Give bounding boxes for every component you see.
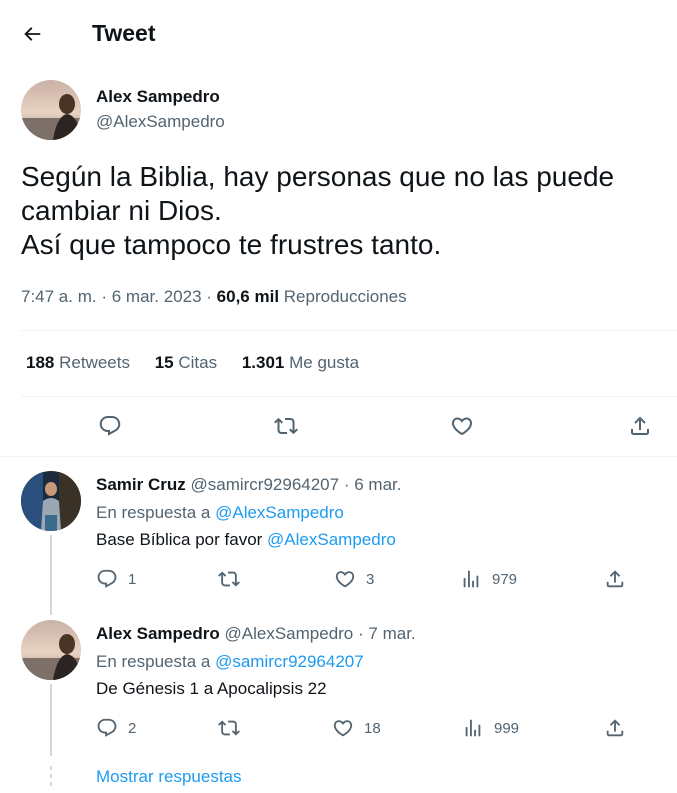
thread-dot xyxy=(50,782,52,786)
reply-author-name[interactable]: Samir Cruz xyxy=(96,475,186,494)
reply-retweet-button[interactable] xyxy=(218,717,250,739)
mention-link[interactable]: @AlexSampedro xyxy=(267,530,396,549)
likes-label: Me gusta xyxy=(289,353,360,372)
tweet-text-line: cambiar ni Dios. xyxy=(21,195,222,226)
retweets-stat[interactable]: 188 Retweets xyxy=(26,353,130,372)
views-icon xyxy=(465,719,481,737)
reply-author-handle[interactable]: @samircr92964207 xyxy=(190,475,339,494)
back-button[interactable] xyxy=(14,16,50,52)
likes-stat[interactable]: 1.301 Me gusta xyxy=(242,353,359,372)
reply-icon xyxy=(97,569,117,588)
reply-date[interactable]: 6 mar. xyxy=(354,475,401,494)
replying-to: En respuesta a @samircr92964207 xyxy=(96,651,364,673)
like-button[interactable] xyxy=(448,412,476,440)
quotes-label: Citas xyxy=(178,353,218,372)
tweet-text: Según la Biblia, hay personas que no las… xyxy=(21,160,661,262)
heart-icon xyxy=(333,720,353,737)
reply-reply-button[interactable]: 2 xyxy=(96,717,136,739)
reply-button[interactable] xyxy=(96,412,124,440)
reply-avatar[interactable] xyxy=(21,471,81,531)
reply-author-handle[interactable]: @AlexSampedro xyxy=(225,624,354,643)
quotes-count: 15 xyxy=(154,353,174,372)
heart-icon xyxy=(335,571,355,588)
retweet-icon xyxy=(218,720,240,736)
replying-to-label: En respuesta a xyxy=(96,652,211,671)
thread-dot xyxy=(50,774,52,778)
arrow-left-icon xyxy=(24,27,41,41)
reply-views-button[interactable]: 999 xyxy=(462,717,519,739)
meta-dot: · xyxy=(358,624,364,643)
meta-dot: · xyxy=(343,475,350,494)
tweet-meta: 7:47 a. m. · 6 mar. 2023 · 60,6 mil Repr… xyxy=(21,286,407,308)
author-handle[interactable]: @AlexSampedro xyxy=(96,111,225,133)
replying-to: En respuesta a @AlexSampedro xyxy=(96,502,344,524)
reply-header: Alex Sampedro @AlexSampedro · 7 mar. xyxy=(96,623,416,645)
reply-text-body: Base Bíblica por favor xyxy=(96,530,263,549)
reply-date[interactable]: 7 mar. xyxy=(368,624,415,643)
views-label: Reproducciones xyxy=(283,287,407,306)
like-count: 3 xyxy=(366,570,375,588)
heart-icon xyxy=(451,417,473,436)
tweet-text-line: Así que tampoco te frustres tanto. xyxy=(21,229,442,260)
reply-header: Samir Cruz @samircr92964207 · 6 mar. xyxy=(96,474,401,496)
replying-to-label: En respuesta a xyxy=(96,503,211,522)
reply-retweet-button[interactable] xyxy=(218,568,250,590)
reply-text: De Génesis 1 a Apocalipsis 22 xyxy=(96,678,327,700)
divider xyxy=(21,396,677,397)
reply-avatar[interactable] xyxy=(21,620,81,680)
author-name[interactable]: Alex Sampedro xyxy=(96,87,220,107)
share-button[interactable] xyxy=(626,412,654,440)
retweet-button[interactable] xyxy=(272,412,300,440)
meta-dot: · xyxy=(206,287,212,306)
retweets-count: 188 xyxy=(26,353,55,372)
like-count: 18 xyxy=(364,719,381,737)
likes-count: 1.301 xyxy=(241,353,285,372)
reply-text-body: De Génesis 1 a Apocalipsis 22 xyxy=(96,679,327,698)
replying-to-link[interactable]: @samircr92964207 xyxy=(215,652,364,671)
share-icon xyxy=(606,719,624,737)
reply-icon xyxy=(97,718,117,737)
reply-share-button[interactable] xyxy=(604,568,636,590)
meta-dot: · xyxy=(101,287,108,306)
reply-share-button[interactable] xyxy=(604,717,636,739)
page-title: Tweet xyxy=(92,20,156,46)
views-count: 999 xyxy=(494,719,520,737)
retweets-label: Retweets xyxy=(59,353,130,372)
thread-dot xyxy=(50,766,52,770)
views-count: 979 xyxy=(492,570,518,588)
views-count: 60,6 mil xyxy=(216,287,280,306)
reply-author-name[interactable]: Alex Sampedro xyxy=(96,624,220,643)
tweet-time[interactable]: 7:47 a. m. xyxy=(21,287,97,306)
divider xyxy=(21,330,677,331)
share-icon xyxy=(631,416,649,435)
views-icon xyxy=(463,570,479,588)
reply-count: 1 xyxy=(128,570,137,588)
reply-like-button[interactable]: 18 xyxy=(332,717,381,739)
show-replies-link[interactable]: Mostrar respuestas xyxy=(96,766,242,788)
reply-text: Base Bíblica por favor @AlexSampedro xyxy=(96,529,396,551)
tweet-text-line: Según la Biblia, hay personas que no las… xyxy=(21,161,615,192)
share-icon xyxy=(606,570,624,588)
author-avatar[interactable] xyxy=(21,80,81,140)
retweet-icon xyxy=(274,417,298,435)
reply-reply-button[interactable]: 1 xyxy=(96,568,136,590)
tweet-date[interactable]: 6 mar. 2023 xyxy=(112,287,202,306)
replying-to-link[interactable]: @AlexSampedro xyxy=(215,503,344,522)
divider xyxy=(0,456,677,457)
tweet-stats: 188 Retweets 15 Citas 1.301 Me gusta xyxy=(26,352,379,374)
reply-count: 2 xyxy=(128,719,137,737)
reply-views-button[interactable]: 979 xyxy=(460,568,517,590)
retweet-icon xyxy=(218,571,240,587)
thread-line xyxy=(50,684,52,756)
reply-icon xyxy=(99,416,121,436)
thread-line xyxy=(50,535,52,615)
quotes-stat[interactable]: 15 Citas xyxy=(155,353,217,372)
reply-like-button[interactable]: 3 xyxy=(334,568,374,590)
